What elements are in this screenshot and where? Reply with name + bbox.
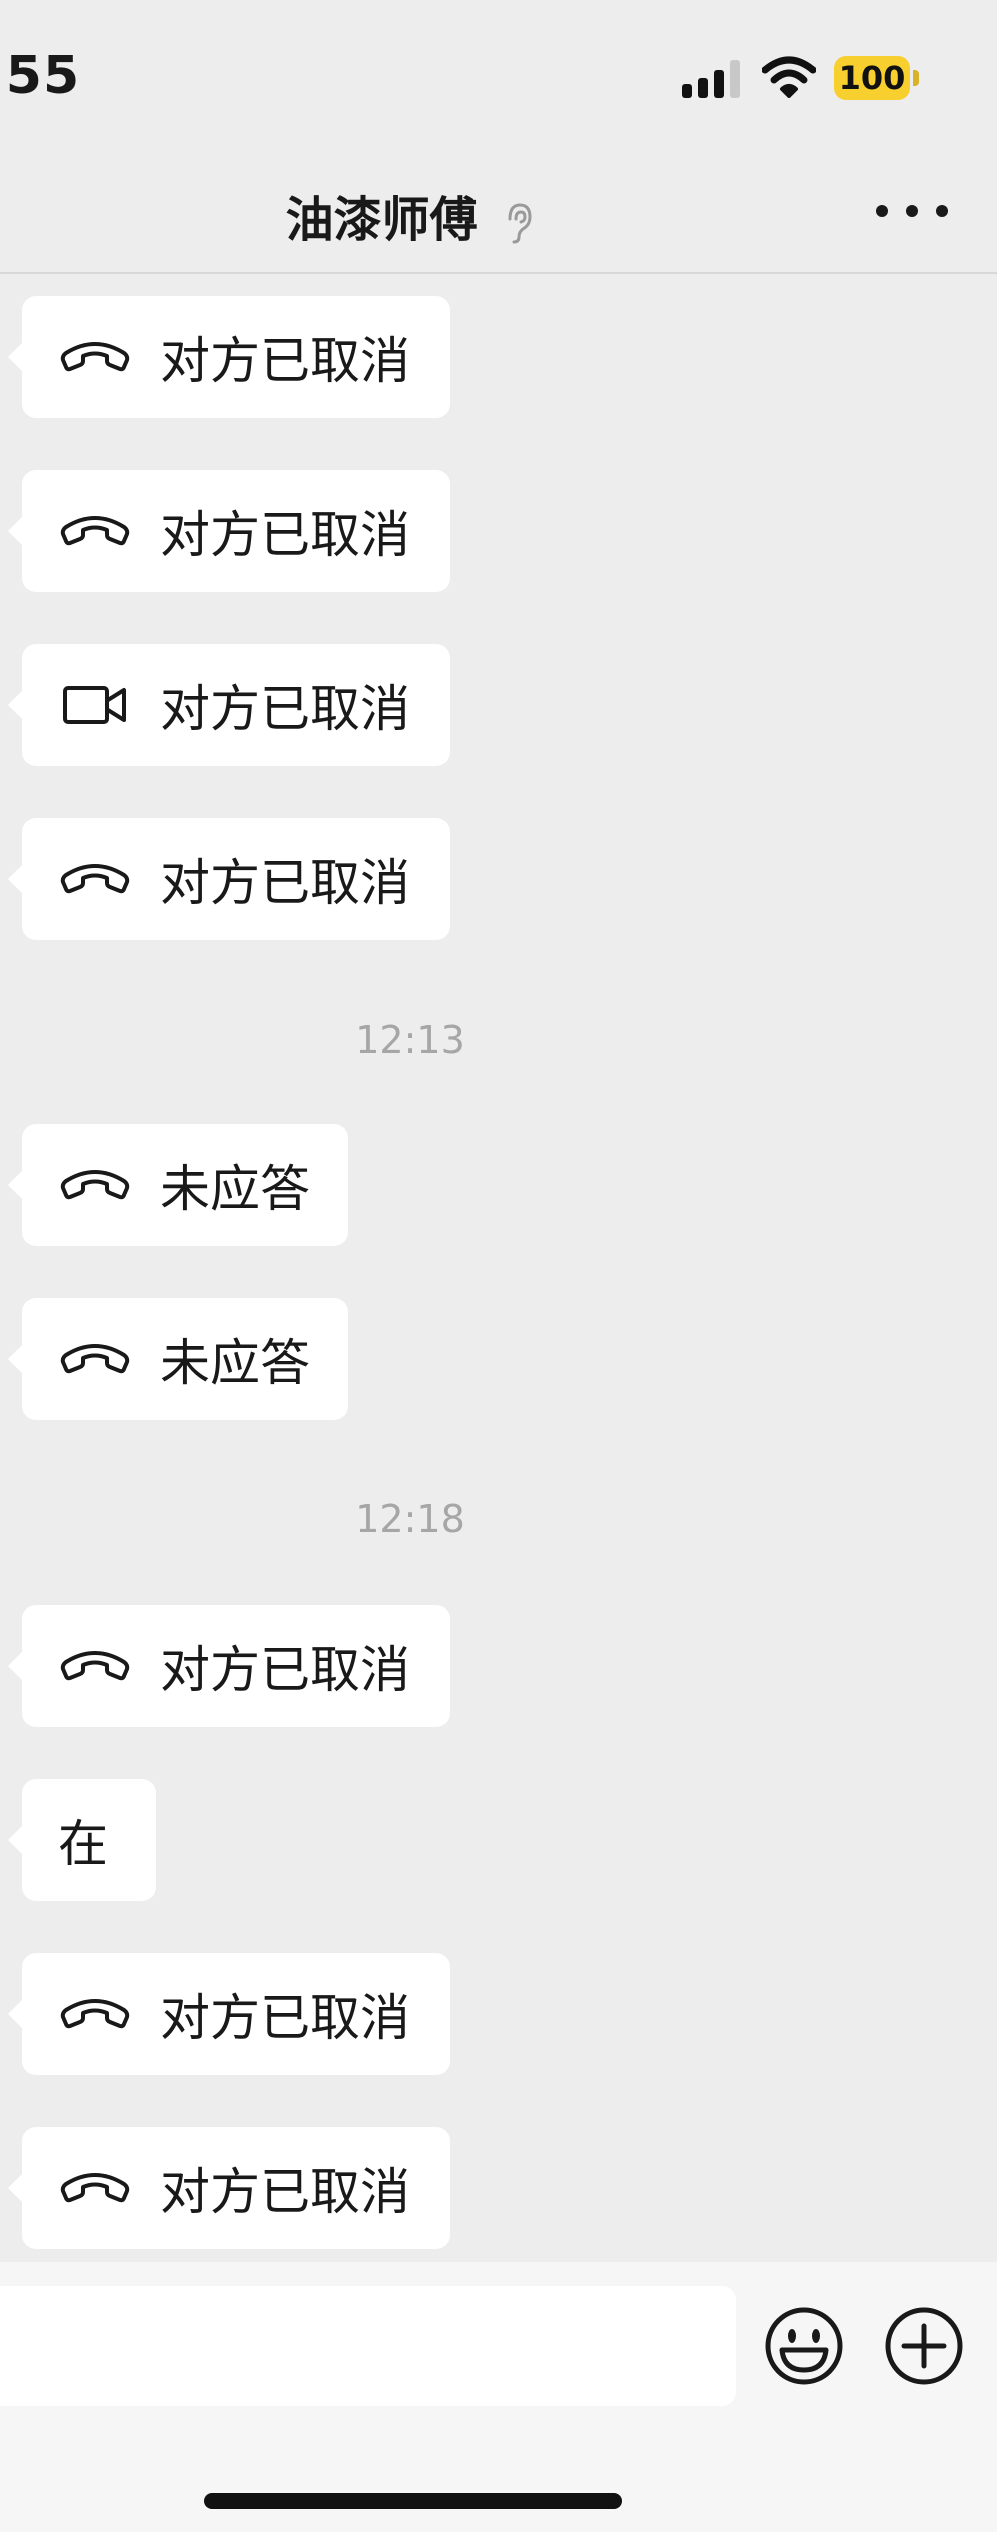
call-message[interactable]: 对方已取消 (8, 1953, 450, 2075)
phone-hangup-icon (58, 1160, 132, 1210)
video-camera-icon (58, 680, 132, 730)
call-message[interactable]: 对方已取消 (8, 818, 450, 940)
battery-icon: 100 (834, 56, 920, 100)
message-text: 未应答 (160, 1334, 310, 1392)
chat-header: 油漆师傅 (0, 150, 997, 274)
status-bar: :55 100 (0, 0, 997, 150)
home-indicator[interactable] (204, 2493, 622, 2509)
message-text: 对方已取消 (160, 2163, 410, 2221)
call-message[interactable]: 对方已取消 (8, 470, 450, 592)
call-message[interactable]: 对方已取消 (8, 1605, 450, 1727)
phone-hangup-icon (58, 1989, 132, 2039)
contact-name: 油漆师傅 (285, 192, 478, 248)
message-text: 对方已取消 (160, 680, 410, 738)
input-bar (0, 2262, 997, 2532)
message-input[interactable] (0, 2286, 736, 2406)
status-time: :55 (0, 46, 81, 106)
timestamp: 12:13 (355, 1018, 465, 1062)
message-text: 对方已取消 (160, 1641, 410, 1699)
video-call-message[interactable]: 对方已取消 (8, 644, 450, 766)
phone-hangup-icon (58, 854, 132, 904)
phone-hangup-icon (58, 2163, 132, 2213)
emoji-icon[interactable] (764, 2306, 844, 2386)
phone-hangup-icon (58, 332, 132, 382)
battery-level: 100 (834, 56, 910, 100)
message-text: 对方已取消 (160, 1989, 410, 2047)
call-message[interactable]: 未应答 (8, 1124, 348, 1246)
message-text: 对方已取消 (160, 506, 410, 564)
wifi-icon (762, 56, 816, 98)
phone-hangup-icon (58, 1641, 132, 1691)
call-message[interactable]: 对方已取消 (8, 2127, 450, 2249)
more-dots-icon[interactable] (876, 196, 948, 226)
timestamp: 12:18 (355, 1497, 465, 1541)
text-message[interactable]: 在 (8, 1779, 156, 1901)
call-message[interactable]: 未应答 (8, 1298, 348, 1420)
message-text: 在 (58, 1815, 108, 1873)
plus-circle-icon[interactable] (884, 2306, 964, 2386)
phone-hangup-icon (58, 506, 132, 556)
message-text: 未应答 (160, 1160, 310, 1218)
call-message[interactable]: 对方已取消 (8, 296, 450, 418)
chat-title: 油漆师傅 (0, 180, 820, 250)
phone-hangup-icon (58, 1334, 132, 1384)
signal-icon (682, 60, 742, 98)
ear-icon (508, 203, 532, 244)
message-text: 对方已取消 (160, 332, 410, 390)
message-text: 对方已取消 (160, 854, 410, 912)
